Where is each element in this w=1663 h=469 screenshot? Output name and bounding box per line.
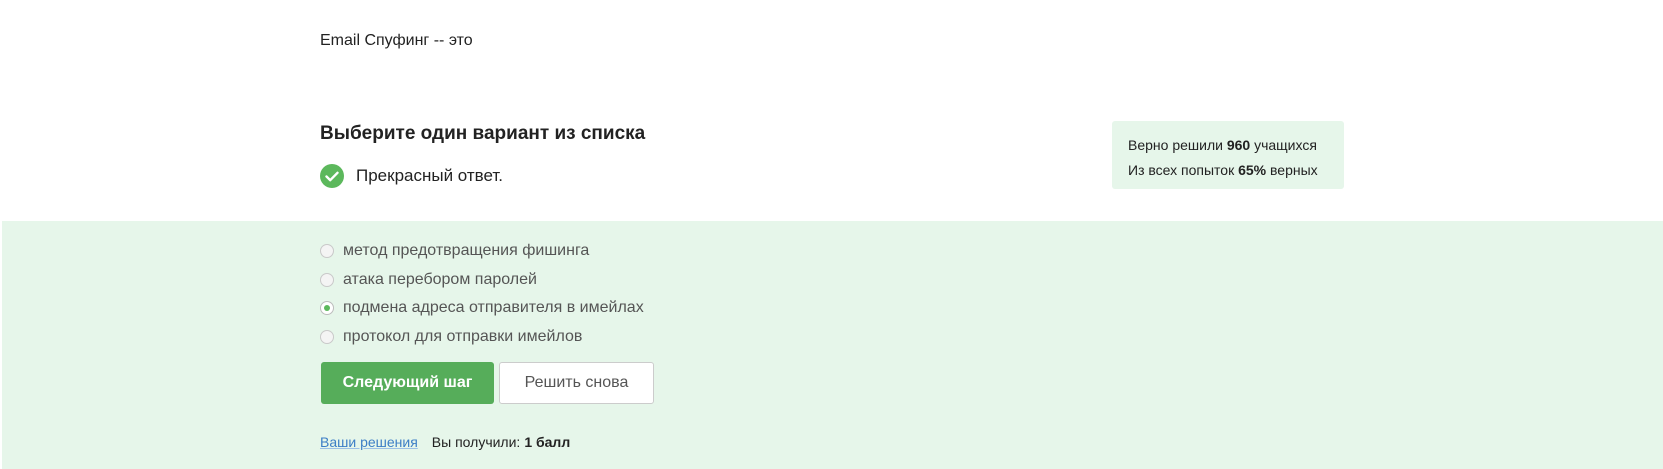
answer-area: метод предотвращения фишинга атака переб… (2, 221, 1663, 469)
stats-panel: Верно решили 960 учащихся Из всех попыто… (1112, 121, 1344, 189)
retry-button[interactable]: Решить снова (499, 362, 654, 404)
stats-attempts-line: Из всех попыток 65% верных (1128, 158, 1328, 183)
radio-button[interactable] (320, 244, 334, 259)
check-circle-icon (320, 164, 344, 188)
option-item[interactable]: подмена адреса отправителя в имейлах (320, 294, 644, 323)
stats-attempts-percent: 65% (1238, 162, 1267, 178)
question-text: Email Спуфинг -- это (320, 32, 473, 49)
radio-button-selected[interactable] (320, 301, 334, 316)
options-list: метод предотвращения фишинга атака переб… (320, 237, 644, 351)
feedback-text: Прекрасный ответ. (356, 166, 504, 185)
radio-button[interactable] (320, 272, 334, 287)
your-solutions-link[interactable]: Ваши решения (320, 434, 418, 450)
stats-attempts-prefix: Из всех попыток (1128, 162, 1235, 178)
option-item[interactable]: атака перебором паролей (320, 266, 644, 295)
feedback-message: Прекрасный ответ. (320, 164, 503, 188)
option-label[interactable]: метод предотвращения фишинга (343, 242, 589, 260)
score-label: Вы получили: (431, 434, 521, 450)
next-step-button[interactable]: Следующий шаг (321, 362, 494, 404)
stats-solved-count: 960 (1226, 137, 1251, 153)
stats-solved-suffix: учащихся (1254, 137, 1317, 153)
option-label[interactable]: атака перебором паролей (343, 271, 537, 289)
quiz-step: Email Спуфинг -- это Выберите один вариа… (0, 0, 1663, 469)
stats-attempts-suffix: верных (1270, 162, 1318, 178)
score-value: 1 балл (524, 434, 571, 450)
option-item[interactable]: протокол для отправки имейлов (320, 323, 644, 352)
result-footer: Ваши решения Вы получили: 1 балл (320, 434, 570, 450)
stats-solved-line: Верно решили 960 учащихся (1128, 133, 1328, 158)
option-item[interactable]: метод предотвращения фишинга (320, 237, 644, 266)
action-buttons: Следующий шаг Решить снова (321, 362, 654, 404)
option-label[interactable]: протокол для отправки имейлов (343, 328, 582, 346)
task-heading: Выберите один вариант из списка (320, 123, 646, 144)
radio-button[interactable] (320, 329, 334, 344)
stats-solved-prefix: Верно решили (1128, 137, 1223, 153)
option-label[interactable]: подмена адреса отправителя в имейлах (343, 299, 644, 317)
